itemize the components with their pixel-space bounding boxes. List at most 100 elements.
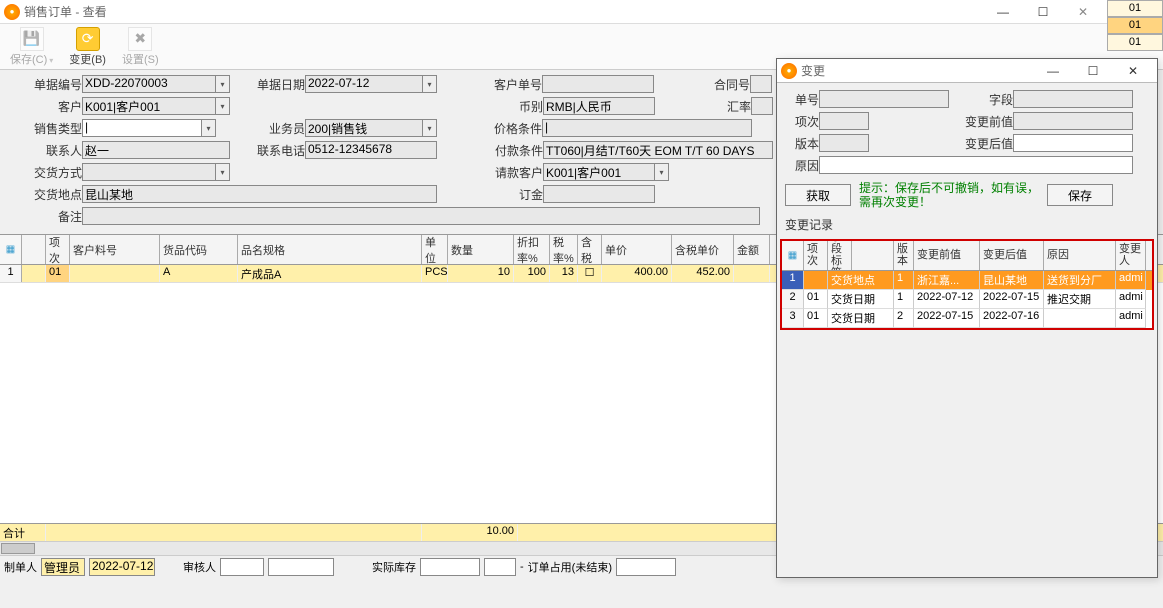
rate-label: 汇率 [655,98,751,115]
popup-close-button[interactable]: ✕ [1113,59,1153,83]
currency-label: 币别 [438,98,543,115]
contract-label: 合同号 [654,76,750,93]
col-tax[interactable]: 税率% [550,235,578,264]
get-button[interactable]: 获取 [785,184,851,206]
window-titlebar: ● 销售订单 - 查看 — ☐ ✕ [0,0,1107,24]
window-title: 销售订单 - 查看 [24,3,107,20]
table-row[interactable]: 3 01 交货日期 2 2022-07-15 2022-07-16 admi [782,309,1152,328]
col-seq[interactable]: 项次 [804,241,828,270]
scrollbar-thumb[interactable] [1,543,35,554]
after-label: 变更后值 [869,135,1013,152]
changelog-body[interactable]: 1 交货地点 1 浙江嘉... 昆山某地 送货到分厂 admi 2 01 交货日… [782,271,1152,328]
table-row[interactable]: 2 01 交货日期 1 2022-07-12 2022-07-15 推迟交期 a… [782,290,1152,309]
col-ver[interactable]: 版本 [894,241,914,270]
save-icon: 💾 [20,27,44,51]
customer-field[interactable]: K001|客户001 [82,97,216,115]
doc-field[interactable] [819,90,949,108]
app-icon: ● [781,63,797,79]
changelog-grid: ▦ 项次 字段标签 版本 变更前值 变更后值 原因 变更人 1 交货地点 1 浙… [780,239,1154,330]
maximize-button[interactable]: ☐ [1023,0,1063,24]
col-tag[interactable]: 字段标签 [828,241,852,270]
contract-field[interactable] [750,75,772,93]
rate-field[interactable] [751,97,773,115]
col-seq[interactable]: 项次 [46,235,70,264]
table-row[interactable]: 1 交货地点 1 浙江嘉... 昆山某地 送货到分厂 admi [782,271,1152,290]
remark-label: 备注 [6,208,82,225]
dropdown-icon[interactable]: ▾ [202,119,216,137]
currency-field[interactable]: RMB|人民币 [543,97,655,115]
creator-date-field: 2022-07-12 [89,558,155,576]
reason-input[interactable] [819,156,1133,174]
col-after[interactable]: 变更后值 [980,241,1044,270]
sale-type-field[interactable]: | [82,119,202,137]
dropdown-icon[interactable]: ▾ [216,163,230,181]
col-amount[interactable]: 金额 [734,235,770,264]
popup-title: 变更 [801,62,825,79]
order-date-field[interactable]: 2022-07-12 [305,75,423,93]
after-input[interactable] [1013,134,1133,152]
col-price[interactable]: 单价 [602,235,672,264]
popup-minimize-button[interactable]: — [1033,59,1073,83]
hint-text: 提示：保存后不可撤销，如有误，需再次变更！ [859,181,1039,210]
cust-no-field[interactable] [542,75,654,93]
phone-label: 联系电话 [230,142,305,159]
order-no-label: 单据编号 [6,76,82,93]
col-disc[interactable]: 折扣率% [514,235,550,264]
save-button[interactable]: 💾 保存(C)▾ [10,27,53,67]
grid-corner[interactable]: ▦ [0,235,22,264]
change-dialog: ● 变更 — ☐ ✕ 单号 字段 项次 变更前值 版本 变更后值 原因 [776,58,1158,578]
dropdown-icon[interactable]: ▾ [216,75,230,93]
bill-cust-field[interactable]: K001|客户001 [543,163,655,181]
dropdown-icon[interactable]: ▾ [655,163,669,181]
doc-label: 单号 [785,91,819,108]
change-icon: ⟳ [76,27,100,51]
auditor-field [220,558,264,576]
bill-cust-label: 请款客户 [438,164,543,181]
dropdown-icon[interactable]: ▾ [216,97,230,115]
price-cond-field[interactable]: | [542,119,752,137]
close-button[interactable]: ✕ [1063,0,1103,24]
col-unit[interactable]: 单位 [422,235,448,264]
side-badge[interactable]: 01 [1107,0,1163,17]
ship-way-field[interactable] [82,163,216,181]
side-badge[interactable]: 01 [1107,17,1163,34]
col-cust-part[interactable]: 客户料号 [70,235,160,264]
sales-field[interactable]: 200|销售钱 [305,119,423,137]
col-user[interactable]: 变更人 [1116,241,1146,270]
cust-no-label: 客户单号 [437,76,542,93]
stock-label: 实际库存 [372,559,416,575]
col-reason[interactable]: 原因 [1044,241,1116,270]
popup-save-button[interactable]: 保存 [1047,184,1113,206]
popup-maximize-button[interactable]: ☐ [1073,59,1113,83]
phone-field[interactable]: 0512-12345678 [305,141,437,159]
minimize-button[interactable]: — [983,0,1023,24]
settings-button[interactable]: ✖ 设置(S) [122,27,159,67]
seq-field[interactable] [819,112,869,130]
col-qty[interactable]: 数量 [448,235,514,264]
customer-label: 客户 [6,98,82,115]
col-spec[interactable]: 品名规格 [238,235,422,264]
col-taxinc[interactable]: 含税 [578,235,602,264]
change-button[interactable]: ⟳ 变更(B) [69,27,106,67]
pay-cond-field[interactable]: TT060|月结T/T60天 EOM T/T 60 DAYS [543,141,773,159]
deposit-field[interactable] [543,185,655,203]
deposit-label: 订金 [437,186,543,203]
field-field[interactable] [1013,90,1133,108]
order-date-label: 单据日期 [230,76,305,93]
dropdown-icon[interactable]: ▾ [423,75,437,93]
dropdown-icon[interactable]: ▾ [423,119,437,137]
before-label: 变更前值 [869,113,1013,130]
col-item[interactable]: 货品代码 [160,235,238,264]
creator-label: 制单人 [4,559,37,575]
taxinc-checkbox[interactable]: ☐ [578,265,602,282]
remark-field[interactable] [82,207,760,225]
col-before[interactable]: 变更前值 [914,241,980,270]
col-taxprice[interactable]: 含税单价 [672,235,734,264]
grid-corner[interactable]: ▦ [782,241,804,270]
contact-field[interactable]: 赵一 [82,141,230,159]
ship-loc-field[interactable]: 昆山某地 [82,185,437,203]
ver-field[interactable] [819,134,869,152]
order-no-field[interactable]: XDD-22070003 [82,75,216,93]
side-badge[interactable]: 01 [1107,34,1163,51]
before-field[interactable] [1013,112,1133,130]
